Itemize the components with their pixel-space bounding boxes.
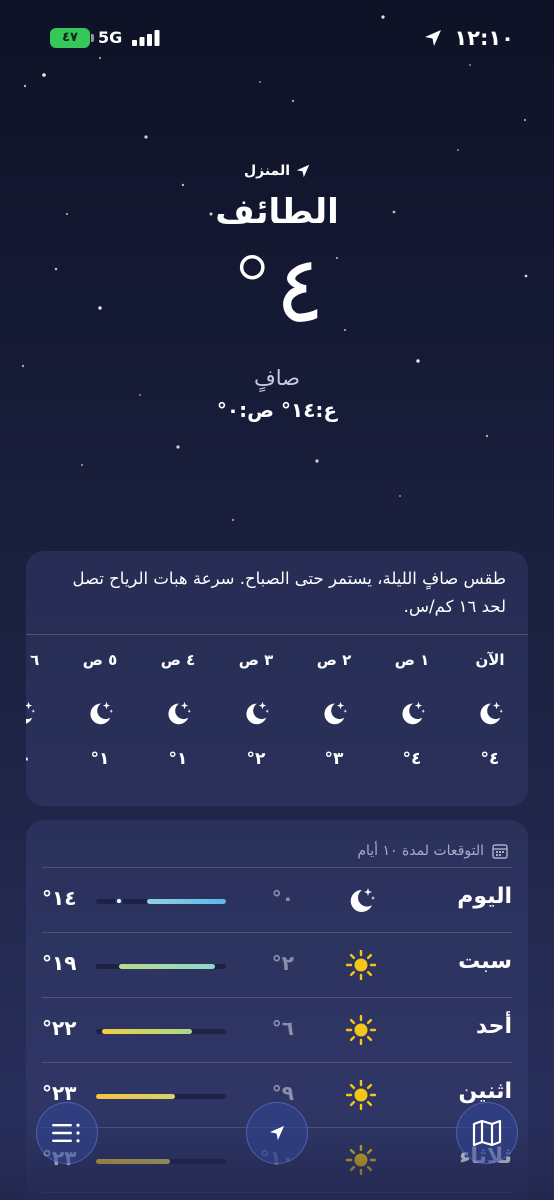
- day-high-temperature: ١٤°: [42, 886, 77, 910]
- battery-level: ٤٧: [62, 30, 78, 45]
- current-temp-marker: [114, 897, 123, 905]
- network-type: 5G: [98, 28, 123, 47]
- weather-condition: صافٍ: [254, 366, 300, 390]
- hour-temperature: ١°: [168, 749, 188, 769]
- hour-temperature: ٣°: [324, 749, 344, 769]
- temperature-range-fill: [118, 964, 215, 969]
- moon-stars-icon: [26, 701, 36, 724]
- temperature-range-fill: [96, 1094, 176, 1099]
- sun-icon: [345, 1014, 377, 1046]
- hour-icon: [26, 699, 52, 729]
- hour-item: ١ ص ٤°: [382, 651, 442, 801]
- battery-icon: ٤٧: [50, 28, 94, 48]
- day-name: اثنين: [458, 1079, 512, 1104]
- list-icon: [52, 1123, 80, 1143]
- location-arrow-icon: [425, 30, 441, 46]
- hour-temperature: ٤°: [480, 749, 500, 769]
- daily-forecast-title: التوقعات لمدة ١٠ أيام: [357, 842, 484, 859]
- sun-icon: [345, 1079, 377, 1111]
- day-row[interactable]: أحد ٦° ٢٢°: [42, 998, 512, 1063]
- day-row[interactable]: اليوم ٠° ١٤°: [42, 868, 512, 933]
- moon-stars-icon: [168, 701, 192, 725]
- home-label-row: المنزل: [0, 160, 554, 182]
- current-location-button[interactable]: [246, 1102, 308, 1164]
- day-icon: [346, 885, 376, 919]
- hour-item: ٤ ص ١°: [148, 651, 208, 801]
- map-icon: [472, 1119, 502, 1147]
- hour-icon: [148, 699, 208, 729]
- location-arrow-icon: [296, 164, 310, 178]
- hour-label: ٦ ص: [26, 651, 40, 669]
- moon-stars-icon: [90, 701, 114, 725]
- temperature-range-fill: [101, 1029, 193, 1034]
- moon-stars-icon: [402, 701, 426, 725]
- temperature-range-bar: [96, 897, 226, 905]
- moon-stars-icon: [480, 701, 504, 725]
- hour-label: ٥ ص: [82, 651, 118, 669]
- hour-label: ٣ ص: [238, 651, 274, 669]
- temperature-range-bar: [96, 964, 226, 969]
- hour-icon: [226, 699, 286, 729]
- temperature-range-bar: [96, 1029, 226, 1034]
- hourly-forecast-card[interactable]: طقس صافٍ الليلة، يستمر حتى الصباح. سرعة …: [26, 551, 528, 806]
- signal-icon: [132, 30, 160, 46]
- hour-item: الآن ٤°: [460, 651, 520, 801]
- day-high-temperature: ١٩°: [42, 951, 77, 975]
- moon-stars-icon: [324, 701, 348, 725]
- hour-label: الآن: [475, 651, 505, 669]
- city-list-button[interactable]: [36, 1102, 98, 1164]
- hour-temperature: ١°: [90, 749, 110, 769]
- temperature-range-fill: [146, 899, 226, 904]
- location-arrow-icon: [269, 1125, 285, 1141]
- temperature-range-bar: [96, 1094, 226, 1099]
- calendar-icon: [492, 843, 508, 859]
- hour-icon: [304, 699, 364, 729]
- sun-icon: [345, 949, 377, 981]
- day-high-temperature: ٢٢°: [42, 1016, 77, 1040]
- hour-item: ٣ ص ٢°: [226, 651, 286, 801]
- day-name: سبت: [458, 949, 512, 974]
- day-low-temperature: ٢°: [271, 951, 294, 975]
- hour-item: ٦ ص ٠°: [26, 651, 52, 801]
- current-temperature: ٤°: [229, 236, 325, 343]
- location-header: المنزل الطائف ٤° صافٍ ع:١٤° ص:٠°: [0, 160, 554, 426]
- day-icon: [345, 1014, 377, 1049]
- day-name: أحد: [475, 1014, 512, 1039]
- day-low-temperature: ٠°: [271, 886, 294, 910]
- hour-item: ٥ ص ١°: [70, 651, 130, 801]
- hour-icon: [382, 699, 442, 729]
- day-row[interactable]: سبت ٢° ١٩°: [42, 933, 512, 998]
- map-button[interactable]: [456, 1102, 518, 1164]
- day-low-temperature: ٦°: [271, 1016, 294, 1040]
- hour-temperature: ٤°: [402, 749, 422, 769]
- hour-icon: [460, 699, 520, 729]
- hourly-forecast-list[interactable]: الآن ٤° ١ ص ٤° ٢ ص ٣° ٣ ص ٢° ٤ ص ١° ٥ ص ١° ٦ ص ٠°: [26, 651, 528, 801]
- hour-temperature: ٠°: [26, 749, 32, 769]
- hour-label: ٢ ص: [316, 651, 352, 669]
- day-icon: [345, 949, 377, 984]
- home-label: المنزل: [243, 163, 290, 179]
- hour-label: ١ ص: [394, 651, 430, 669]
- high-low-temperature: ع:١٤° ص:٠°: [216, 398, 338, 422]
- hour-item: ٢ ص ٣°: [304, 651, 364, 801]
- daily-forecast-header: التوقعات لمدة ١٠ أيام: [42, 820, 512, 868]
- hour-icon: [70, 699, 130, 729]
- moon-stars-icon: [350, 888, 375, 912]
- hour-temperature: ٢°: [246, 749, 266, 769]
- status-time: ١٢:١٠: [454, 26, 514, 50]
- moon-stars-icon: [246, 701, 270, 725]
- status-bar: ٤٧ 5G ١٢:١٠: [0, 22, 554, 56]
- day-icon: [345, 1079, 377, 1114]
- city-name: الطائف: [215, 192, 339, 232]
- day-name: اليوم: [457, 884, 512, 909]
- hour-label: ٤ ص: [160, 651, 196, 669]
- forecast-summary: طقس صافٍ الليلة، يستمر حتى الصباح. سرعة …: [26, 551, 528, 635]
